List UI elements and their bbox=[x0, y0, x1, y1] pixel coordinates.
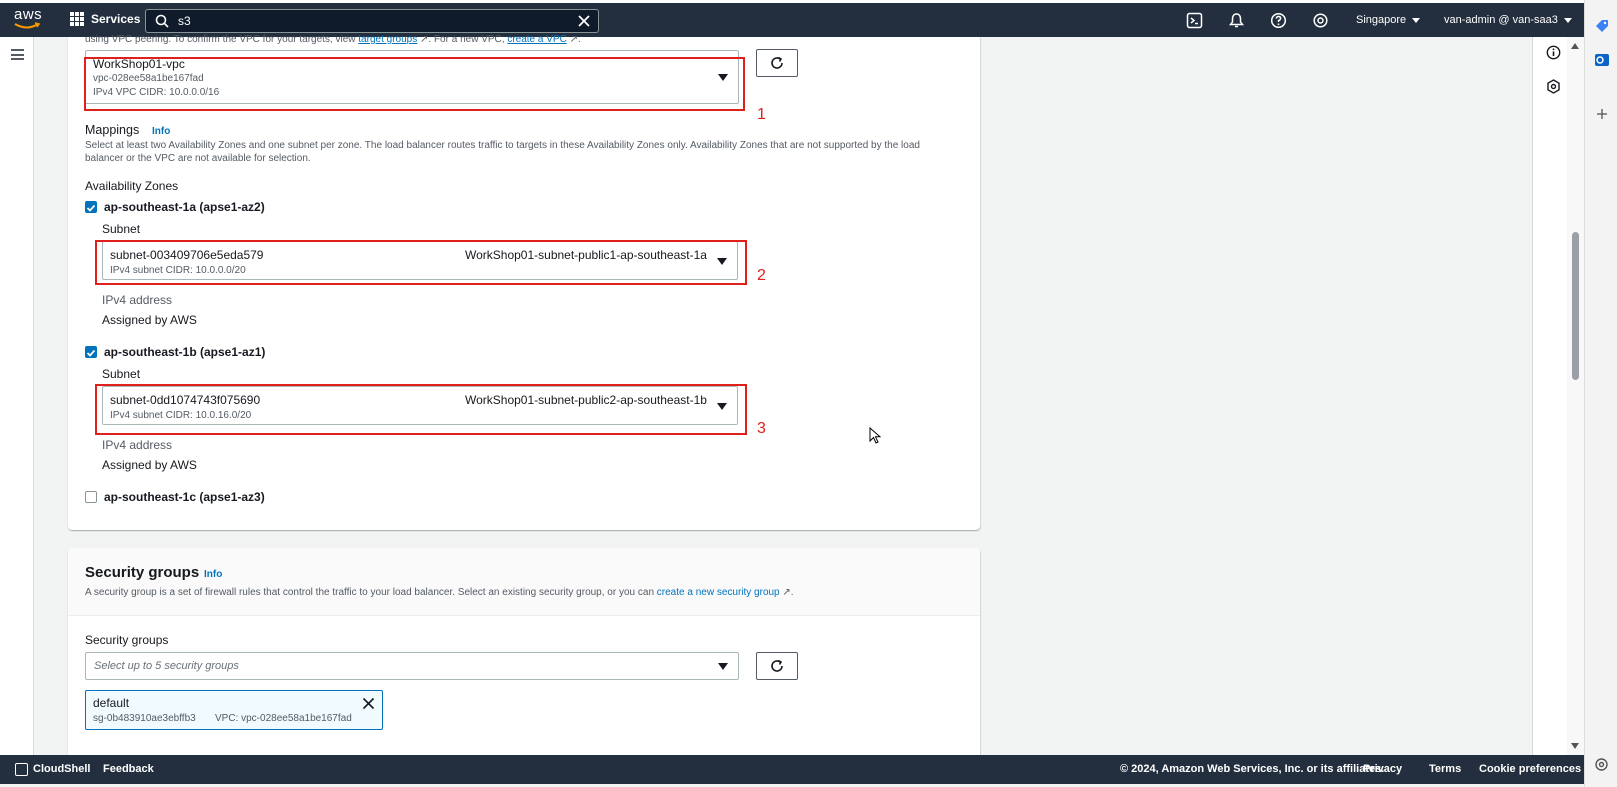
account-menu[interactable]: van-admin @ van-saa3 bbox=[1444, 14, 1572, 26]
search-input[interactable]: s3 bbox=[145, 9, 599, 33]
security-groups-select[interactable]: Select up to 5 security groups bbox=[85, 652, 739, 680]
security-groups-field-label: Security groups bbox=[85, 633, 169, 647]
target-groups-link[interactable]: target groups bbox=[358, 34, 417, 45]
clear-search-icon[interactable] bbox=[577, 14, 591, 28]
mouse-cursor-icon bbox=[869, 427, 881, 444]
az-checkbox-1a[interactable] bbox=[85, 201, 97, 213]
cookie-preferences-link[interactable]: Cookie preferences bbox=[1479, 763, 1581, 775]
help-icon[interactable] bbox=[1270, 12, 1287, 29]
console-window: aws Services s3 Singapore van-admin @ va… bbox=[0, 0, 1584, 787]
cloudshell-icon[interactable] bbox=[1186, 12, 1203, 29]
ipv4-address-label: IPv4 address bbox=[102, 293, 173, 307]
info-icon[interactable] bbox=[1546, 45, 1561, 60]
caret-down-icon bbox=[1563, 17, 1572, 23]
browser-side-strip bbox=[1584, 0, 1617, 787]
dropdown-caret-icon bbox=[718, 663, 728, 670]
aws-logo[interactable]: aws bbox=[14, 7, 44, 32]
security-groups-placeholder: Select up to 5 security groups bbox=[94, 660, 239, 672]
az-label-1c: ap-southeast-1c (apse1-az3) bbox=[104, 490, 265, 504]
az-label-1b: ap-southeast-1b (apse1-az1) bbox=[104, 345, 266, 359]
refresh-vpc-button[interactable] bbox=[756, 49, 798, 77]
annotation-number-3: 3 bbox=[757, 420, 766, 437]
external-link-icon: ↗ bbox=[566, 34, 578, 45]
page-scrollbar[interactable] bbox=[1567, 37, 1584, 755]
copyright-text: © 2024, Amazon Web Services, Inc. or its… bbox=[1120, 763, 1385, 775]
security-groups-title: Security groups bbox=[85, 564, 200, 581]
vpc-intro-text: using VPC peering. To confirm the VPC fo… bbox=[85, 34, 581, 45]
ipv4-address-label: IPv4 address bbox=[102, 438, 173, 452]
token-id: sg-0b483910ae3ebffb3 bbox=[93, 713, 196, 724]
console-footer: CloudShell Feedback © 2024, Amazon Web S… bbox=[0, 755, 1584, 784]
scrollbar-thumb[interactable] bbox=[1572, 232, 1579, 380]
region-selector[interactable]: Singapore bbox=[1356, 14, 1421, 26]
token-vpc: VPC: vpc-028ee58a1be167fad bbox=[215, 713, 352, 724]
caret-down-icon bbox=[1412, 17, 1421, 23]
top-navigation: aws Services s3 Singapore van-admin @ va… bbox=[0, 0, 1584, 37]
privacy-link[interactable]: Privacy bbox=[1363, 763, 1402, 775]
hexagon-settings-icon[interactable] bbox=[1546, 79, 1561, 94]
external-link-icon: ↗ bbox=[417, 34, 429, 45]
terms-link[interactable]: Terms bbox=[1429, 763, 1461, 775]
aws-smile-icon bbox=[14, 22, 40, 29]
menu-hamburger-icon[interactable] bbox=[11, 49, 24, 60]
settings-gear-icon[interactable] bbox=[1594, 757, 1609, 772]
token-name: default bbox=[93, 696, 130, 710]
mappings-description-line2: balancer or the VPC are not available fo… bbox=[85, 153, 311, 164]
annotation-box-1 bbox=[84, 57, 745, 111]
ipv4-address-value: Assigned by AWS bbox=[102, 313, 197, 327]
subnet-label: Subnet bbox=[102, 367, 141, 381]
cloudshell-button[interactable]: CloudShell bbox=[33, 763, 90, 775]
mappings-title: Mappings bbox=[85, 123, 140, 137]
az-checkbox-1c[interactable] bbox=[85, 491, 97, 503]
scroll-up-icon[interactable] bbox=[1571, 43, 1579, 49]
refresh-icon bbox=[771, 659, 783, 672]
annotation-box-2 bbox=[95, 240, 747, 285]
az-label-1a: ap-southeast-1a (apse1-az2) bbox=[104, 200, 265, 214]
side-navigation-rail bbox=[0, 37, 34, 755]
tag-icon[interactable] bbox=[1594, 18, 1610, 34]
create-vpc-link[interactable]: create a VPC bbox=[507, 34, 566, 45]
external-link-icon: ↗ bbox=[779, 587, 791, 598]
add-icon[interactable] bbox=[1596, 108, 1608, 120]
refresh-icon bbox=[771, 56, 783, 69]
az-checkbox-1b[interactable] bbox=[85, 346, 97, 358]
mappings-description-line1: Select at least two Availability Zones a… bbox=[85, 140, 920, 151]
feedback-button[interactable]: Feedback bbox=[103, 763, 154, 775]
security-groups-description: A security group is a set of firewall ru… bbox=[85, 587, 794, 598]
security-groups-info-link[interactable]: Info bbox=[204, 569, 222, 580]
notifications-bell-icon[interactable] bbox=[1228, 12, 1245, 29]
outlook-icon[interactable] bbox=[1594, 52, 1610, 68]
services-menu[interactable]: Services bbox=[70, 12, 140, 26]
settings-gear-icon[interactable] bbox=[1312, 12, 1329, 29]
subnet-label: Subnet bbox=[102, 222, 141, 236]
checkmark-icon bbox=[86, 349, 96, 357]
annotation-number-2: 2 bbox=[757, 267, 766, 284]
ipv4-address-value: Assigned by AWS bbox=[102, 458, 197, 472]
annotation-box-3 bbox=[95, 384, 747, 435]
cloudshell-icon bbox=[15, 763, 28, 776]
selected-security-group-token: default sg-0b483910ae3ebffb3 VPC: vpc-02… bbox=[85, 690, 383, 730]
availability-zones-heading: Availability Zones bbox=[85, 179, 179, 193]
search-icon bbox=[155, 14, 169, 28]
create-security-group-link[interactable]: create a new security group bbox=[657, 587, 780, 598]
services-label: Services bbox=[91, 12, 141, 26]
remove-token-icon[interactable] bbox=[362, 697, 375, 710]
scroll-down-icon[interactable] bbox=[1571, 743, 1579, 749]
grid-icon bbox=[70, 12, 84, 26]
annotation-number-1: 1 bbox=[757, 106, 766, 123]
checkmark-icon bbox=[86, 204, 96, 212]
refresh-security-groups-button[interactable] bbox=[756, 652, 798, 680]
mappings-info-link[interactable]: Info bbox=[152, 126, 170, 137]
search-value: s3 bbox=[178, 14, 191, 28]
